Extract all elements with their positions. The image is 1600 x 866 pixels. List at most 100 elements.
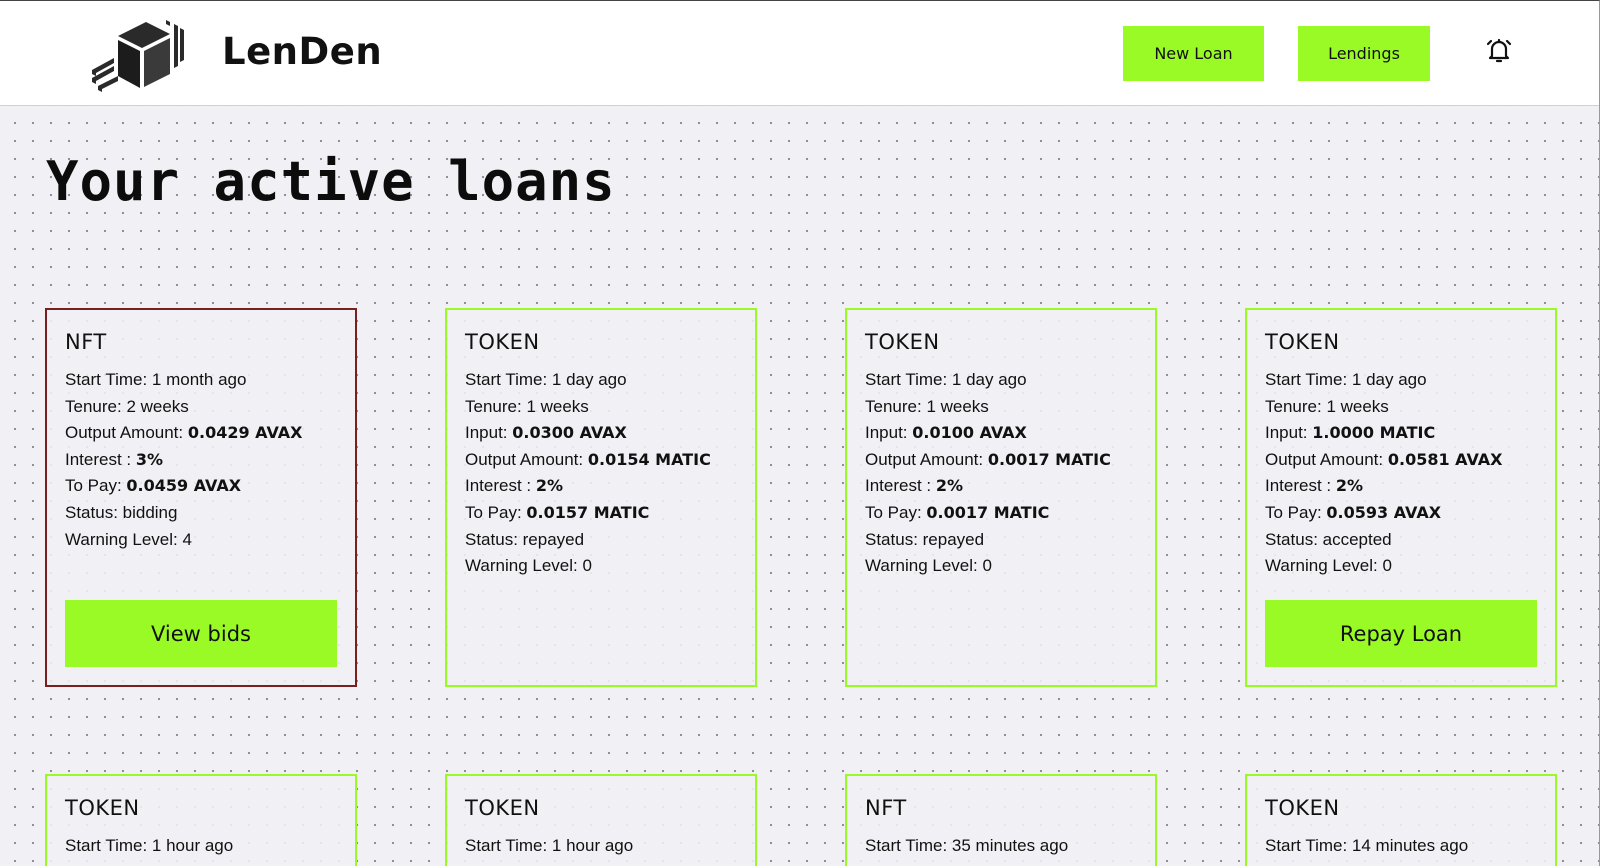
loan-detail-row: Output Amount: 0.0154 MATIC [465, 447, 737, 474]
detail-value: 3% [135, 449, 164, 469]
detail-value: 0 [982, 556, 992, 576]
detail-value: accepted [1322, 529, 1392, 549]
loan-card: TOKEN Start Time: 1 hour ago [45, 774, 357, 866]
detail-value: repayed [522, 529, 585, 549]
detail-value: 0.0017 MATIC [926, 502, 1050, 522]
loan-detail-row: Output Amount: 0.0017 MATIC [865, 447, 1137, 474]
loan-detail-row: Start Time: 1 day ago [865, 367, 1137, 394]
detail-label: To Pay: [1265, 502, 1327, 522]
detail-value: 1 month ago [151, 370, 247, 389]
detail-label: Warning Level: [865, 556, 983, 576]
loan-detail-row: Start Time: 1 hour ago [465, 833, 737, 860]
detail-value: 0.0429 AVAX [187, 423, 303, 443]
detail-value: 0 [582, 556, 592, 576]
detail-value: 1 day ago [951, 370, 1027, 389]
loan-detail-row: Interest : 2% [865, 473, 1137, 500]
detail-value: 0.0100 AVAX [912, 423, 1027, 443]
loan-detail-row: Tenure: 2 weeks [65, 394, 337, 421]
loan-detail-row: Status: bidding [65, 500, 337, 527]
detail-value: 2% [935, 476, 964, 496]
loan-card: TOKEN Start Time: 1 day ago Tenure: 1 we… [445, 308, 757, 687]
loan-type: TOKEN [865, 330, 940, 354]
detail-value: 0.0300 AVAX [512, 423, 627, 443]
detail-label: Warning Level: [465, 556, 583, 576]
detail-value: 2% [1335, 476, 1364, 496]
detail-value: 0.0157 MATIC [526, 502, 650, 522]
detail-value: 0.0017 MATIC [987, 449, 1111, 469]
detail-label: Status: [65, 502, 123, 522]
loan-detail-row: Warning Level: 0 [865, 553, 1137, 580]
loan-detail-row: Start Time: 35 minutes ago [865, 833, 1137, 860]
view-bids-button[interactable]: View bids [65, 600, 337, 667]
loan-detail-row: Status: repayed [865, 527, 1137, 554]
detail-label: Interest : [465, 476, 536, 496]
detail-value: repayed [922, 529, 985, 549]
loan-detail-row: Status: repayed [465, 527, 737, 554]
detail-value: 0.0459 AVAX [126, 476, 242, 496]
detail-label: Tenure: [865, 396, 927, 416]
loan-detail-row: Input: 0.0100 AVAX [865, 420, 1137, 447]
detail-label: Status: [465, 529, 523, 549]
loan-detail-row: To Pay: 0.0157 MATIC [465, 500, 737, 527]
loan-type: TOKEN [65, 796, 140, 820]
detail-value: 1 hour ago [151, 836, 234, 855]
detail-label: Warning Level: [1265, 556, 1383, 576]
loan-type: TOKEN [465, 330, 540, 354]
detail-label: Input: [865, 423, 913, 443]
loan-card: TOKEN Start Time: 1 hour ago [445, 774, 757, 866]
detail-label: Start Time: [65, 370, 152, 389]
loan-detail-row: Interest : 3% [65, 447, 337, 474]
detail-value: 0.0593 AVAX [1326, 502, 1442, 522]
loan-detail-row: Output Amount: 0.0429 AVAX [65, 420, 337, 447]
detail-label: To Pay: [465, 502, 527, 522]
loan-type: NFT [865, 796, 907, 820]
detail-label: Input: [1265, 423, 1313, 443]
loan-detail-row: To Pay: 0.0017 MATIC [865, 500, 1137, 527]
loan-detail-row: Status: accepted [1265, 527, 1537, 554]
loan-detail-row: Tenure: 1 weeks [1265, 394, 1537, 421]
loan-detail-row: Tenure: 1 weeks [865, 394, 1137, 421]
loan-detail-row: Input: 0.0300 AVAX [465, 420, 737, 447]
loan-detail-row: To Pay: 0.0459 AVAX [65, 473, 337, 500]
loan-card: NFT Start Time: 1 month ago Tenure: 2 we… [45, 308, 357, 687]
loan-detail-row: Start Time: 1 month ago [65, 367, 337, 394]
detail-label: Status: [865, 529, 923, 549]
detail-value: 1.0000 MATIC [1312, 423, 1436, 443]
detail-label: Interest : [65, 449, 136, 469]
loan-detail-row: Input: 1.0000 MATIC [1265, 420, 1537, 447]
detail-label: Start Time: [865, 836, 952, 855]
detail-label: Interest : [1265, 476, 1336, 496]
detail-label: To Pay: [65, 476, 127, 496]
detail-label: Start Time: [865, 370, 952, 389]
detail-label: Input: [465, 423, 513, 443]
loan-detail-row: Warning Level: 0 [465, 553, 737, 580]
loan-detail-row: Start Time: 1 hour ago [65, 833, 337, 860]
detail-value: 35 minutes ago [951, 836, 1069, 855]
detail-value: 1 weeks [926, 396, 989, 416]
detail-label: Warning Level: [65, 529, 183, 549]
detail-value: 2% [535, 476, 564, 496]
loan-detail-row: Interest : 2% [1265, 473, 1537, 500]
detail-value: 4 [182, 529, 192, 549]
detail-label: Tenure: [65, 396, 127, 416]
detail-label: Start Time: [65, 836, 152, 855]
loan-detail-row: Warning Level: 4 [65, 527, 337, 554]
repay-loan-button[interactable]: Repay Loan [1265, 600, 1537, 667]
detail-value: bidding [122, 502, 178, 522]
loan-type: NFT [65, 330, 107, 354]
detail-label: Start Time: [1265, 370, 1352, 389]
detail-label: Output Amount: [65, 423, 188, 443]
detail-label: Interest : [865, 476, 936, 496]
loan-detail-row: Output Amount: 0.0581 AVAX [1265, 447, 1537, 474]
detail-value: 1 weeks [526, 396, 589, 416]
loan-detail-row: Tenure: 1 weeks [465, 394, 737, 421]
loan-type: TOKEN [465, 796, 540, 820]
loan-type: TOKEN [1265, 796, 1340, 820]
loan-detail-row: Warning Level: 0 [1265, 553, 1537, 580]
detail-label: Tenure: [1265, 396, 1327, 416]
detail-value: 14 minutes ago [1351, 836, 1469, 855]
detail-label: Output Amount: [865, 449, 988, 469]
detail-label: Output Amount: [1265, 449, 1388, 469]
detail-label: Status: [1265, 529, 1323, 549]
detail-label: Tenure: [465, 396, 527, 416]
